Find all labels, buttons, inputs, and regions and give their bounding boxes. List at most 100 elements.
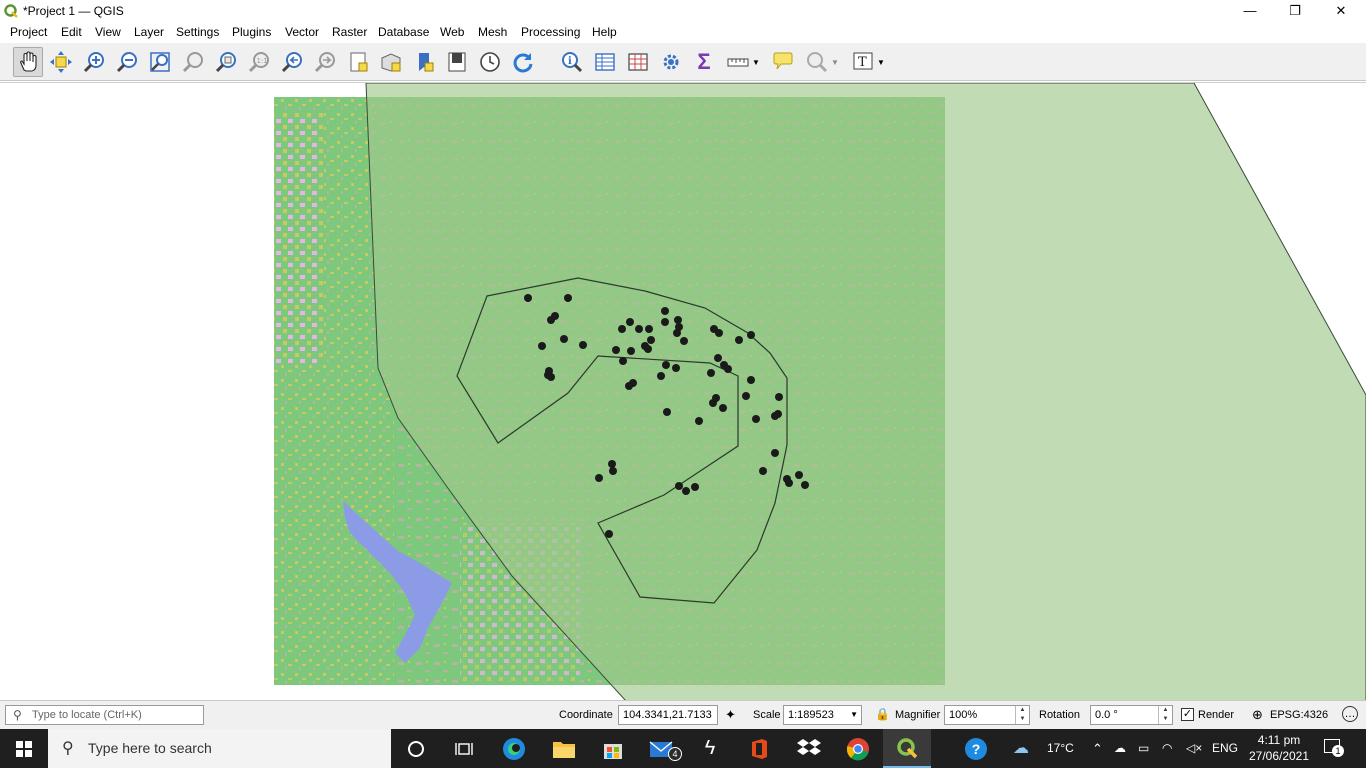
mail-app[interactable]: 4: [638, 729, 686, 768]
magnifier-spinbox[interactable]: 100% ▲ ▼: [944, 705, 1030, 725]
menu-vector[interactable]: Vector: [285, 25, 319, 39]
spin-arrows-icon[interactable]: ▲ ▼: [1015, 706, 1029, 724]
power-automate-app[interactable]: ϟ: [686, 729, 734, 768]
zoom-last-button[interactable]: [277, 47, 307, 77]
volume-muted-icon[interactable]: ◁×: [1186, 741, 1202, 755]
rotation-spinbox[interactable]: 0.0 ° ▲ ▼: [1090, 705, 1173, 725]
identify-button[interactable]: i: [557, 47, 587, 77]
menu-web[interactable]: Web: [440, 25, 464, 39]
store-app[interactable]: [589, 729, 637, 768]
render-checkbox[interactable]: ✓: [1181, 708, 1194, 721]
select-button[interactable]: ▼: [801, 47, 843, 77]
annotation-button[interactable]: [768, 47, 798, 77]
lock-scale-icon[interactable]: 🔒: [875, 707, 890, 721]
menu-project[interactable]: Project: [10, 25, 47, 39]
weather-cloud-icon[interactable]: ☁: [1013, 738, 1029, 758]
menu-settings[interactable]: Settings: [176, 25, 219, 39]
map-canvas[interactable]: [0, 82, 1366, 700]
menu-view[interactable]: View: [95, 25, 121, 39]
sample-point: [719, 404, 727, 412]
map-navigation-toolbar: 1:1 i Σ ▼ ▼ T ▼: [0, 43, 1366, 81]
menu-mesh[interactable]: Mesh: [478, 25, 507, 39]
edge-app[interactable]: [490, 729, 538, 768]
zoom-to-layer-button[interactable]: [211, 47, 241, 77]
crs-button[interactable]: EPSG:4326: [1270, 709, 1328, 721]
settings-button[interactable]: [656, 47, 686, 77]
zoom-to-selection-button[interactable]: [178, 47, 208, 77]
annotation-icon: [773, 52, 793, 70]
menu-processing[interactable]: Processing: [521, 25, 580, 39]
pan-to-selection-button[interactable]: [46, 47, 76, 77]
messages-icon[interactable]: …: [1342, 706, 1358, 722]
sample-point: [661, 318, 669, 326]
show-bookmarks-button[interactable]: [376, 47, 406, 77]
locator-placeholder: Type to locate (Ctrl+K): [32, 709, 142, 721]
statistical-summary-button[interactable]: [623, 47, 653, 77]
office-app[interactable]: [735, 729, 783, 768]
cortana-circle-icon: [408, 740, 424, 757]
clock[interactable]: 4:11 pm 27/06/2021: [1244, 732, 1314, 764]
sample-point: [675, 482, 683, 490]
chrome-app[interactable]: [834, 729, 882, 768]
pan-button[interactable]: [13, 47, 43, 77]
refresh-button[interactable]: [508, 47, 538, 77]
battery-icon[interactable]: ▭: [1138, 741, 1149, 755]
wifi-icon[interactable]: ◠: [1162, 741, 1172, 755]
close-button[interactable]: ✕: [1318, 0, 1364, 23]
svg-text:T: T: [858, 55, 867, 70]
chevron-up-icon[interactable]: ⌃: [1092, 741, 1103, 757]
qgis-app[interactable]: [883, 729, 931, 768]
zoom-next-button[interactable]: [310, 47, 340, 77]
crs-globe-icon[interactable]: ⊕: [1252, 707, 1263, 723]
sample-point: [747, 331, 755, 339]
locator-search-input[interactable]: ⚲ Type to locate (Ctrl+K): [5, 705, 204, 725]
menu-database[interactable]: Database: [378, 25, 429, 39]
spin-arrows-icon[interactable]: ▲ ▼: [1158, 706, 1172, 724]
show-bookmarks-icon: [381, 53, 401, 72]
help-app[interactable]: ?: [952, 729, 1000, 768]
sample-point: [663, 408, 671, 416]
minimize-button[interactable]: —: [1227, 0, 1273, 23]
cortana-button[interactable]: [392, 729, 440, 768]
map-tips-button[interactable]: [442, 47, 472, 77]
zoom-full-button[interactable]: [145, 47, 175, 77]
measure-button[interactable]: ▼: [722, 47, 764, 77]
chevron-down-icon[interactable]: ▼: [850, 706, 858, 724]
task-view-button[interactable]: [440, 729, 488, 768]
new-bookmark-button[interactable]: [343, 47, 373, 77]
zoom-native-icon: 1:1: [248, 52, 269, 73]
text-annotation-button[interactable]: T ▼: [847, 47, 889, 77]
restore-button[interactable]: ❐: [1272, 0, 1318, 23]
rotation-value: 0.0 °: [1095, 709, 1118, 721]
zoom-in-button[interactable]: [79, 47, 109, 77]
notifications-button[interactable]: 1: [1322, 737, 1344, 759]
zoom-native-button[interactable]: 1:1: [244, 47, 274, 77]
toggle-extents-icon[interactable]: ✦: [725, 707, 736, 723]
temporal-controller-button[interactable]: [475, 47, 505, 77]
pan-icon: [20, 51, 37, 72]
sample-point: [709, 399, 717, 407]
menu-layer[interactable]: Layer: [134, 25, 164, 39]
new-spatial-bookmark-button[interactable]: [409, 47, 439, 77]
chevron-down-icon: ▼: [752, 57, 760, 67]
attribute-table-button[interactable]: [590, 47, 620, 77]
start-button[interactable]: [0, 729, 48, 768]
dropbox-app[interactable]: [785, 729, 833, 768]
taskbar-search-box[interactable]: ⚲ Type here to search: [48, 729, 391, 768]
menu-plugins[interactable]: Plugins: [232, 25, 271, 39]
file-explorer-app[interactable]: [540, 729, 588, 768]
weather-temperature[interactable]: 17°C: [1047, 741, 1074, 755]
menu-help[interactable]: Help: [592, 25, 617, 39]
language-indicator[interactable]: ENG: [1212, 741, 1238, 755]
scale-combo[interactable]: 1:189523 ▼: [783, 705, 862, 725]
sum-button[interactable]: Σ: [689, 47, 719, 77]
rotation-label: Rotation: [1039, 709, 1080, 721]
render-label: Render: [1198, 709, 1235, 721]
coordinate-field[interactable]: 104.3341,21.7133: [618, 705, 718, 725]
select-icon: [807, 52, 828, 73]
menu-edit[interactable]: Edit: [61, 25, 82, 39]
sample-point: [742, 392, 750, 400]
menu-raster[interactable]: Raster: [332, 25, 367, 39]
zoom-out-button[interactable]: [112, 47, 142, 77]
onedrive-cloud-icon[interactable]: ☁: [1114, 741, 1126, 755]
